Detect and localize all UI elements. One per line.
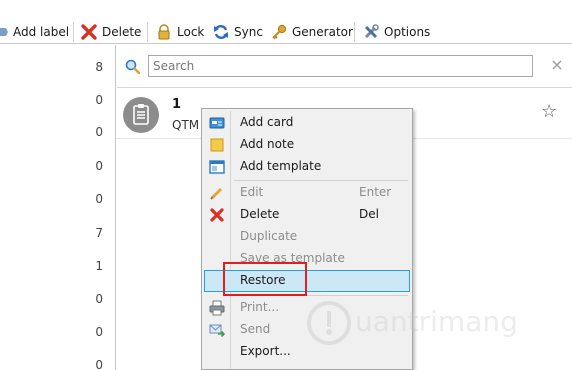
pencil-icon bbox=[209, 185, 225, 201]
delete-x-icon bbox=[81, 24, 97, 40]
label-count[interactable]: 0 bbox=[95, 192, 103, 206]
menu-item-label: Send bbox=[240, 322, 271, 336]
watermark-logo-icon bbox=[307, 301, 351, 345]
menu-item-label: Restore bbox=[240, 273, 286, 287]
menu-item-add-template[interactable]: Add template bbox=[204, 156, 410, 178]
sync-button[interactable]: Sync bbox=[213, 22, 263, 42]
label-count[interactable]: 0 bbox=[95, 325, 103, 339]
card-subtitle: QTM bbox=[172, 118, 200, 132]
label-count[interactable]: 0 bbox=[95, 358, 103, 370]
lock-icon bbox=[156, 24, 172, 40]
send-mail-icon bbox=[209, 322, 226, 338]
menu-separator bbox=[234, 180, 408, 181]
menu-item-save-as-template[interactable]: Save as template bbox=[204, 248, 410, 270]
delete-text: Delete bbox=[102, 25, 142, 39]
menu-item-duplicate[interactable]: Duplicate bbox=[204, 226, 410, 248]
menu-item-label: Save as template bbox=[240, 251, 345, 265]
search-icon bbox=[125, 59, 141, 75]
delete-button[interactable]: Delete bbox=[81, 22, 141, 42]
menu-item-add-note[interactable]: Add note bbox=[204, 134, 410, 156]
card-icon bbox=[209, 115, 225, 131]
sync-text: Sync bbox=[234, 25, 263, 39]
printer-icon bbox=[209, 300, 225, 316]
menu-item-shortcut: Del bbox=[359, 207, 379, 221]
lock-button[interactable]: Lock bbox=[156, 22, 204, 42]
label-count[interactable]: 0 bbox=[95, 159, 103, 173]
toolbar-separator bbox=[73, 22, 74, 42]
label-count[interactable]: 0 bbox=[95, 125, 103, 139]
menu-item-label: Edit bbox=[240, 185, 264, 199]
tools-icon bbox=[363, 24, 379, 40]
lock-text: Lock bbox=[177, 25, 205, 39]
menu-item-restore[interactable]: Restore bbox=[204, 270, 410, 292]
menu-item-label: Add card bbox=[240, 115, 294, 129]
menu-item-label: Delete bbox=[240, 207, 280, 221]
toolbar: Add label Delete Lock Sync Generator Opt… bbox=[0, 0, 572, 44]
watermark-text: uantrimang bbox=[355, 305, 518, 338]
menu-item-add-card[interactable]: Add card bbox=[204, 112, 410, 134]
menu-item-edit[interactable]: Edit Enter bbox=[204, 182, 410, 204]
card-title: 1 bbox=[172, 97, 182, 112]
generator-text: Generator bbox=[292, 25, 353, 39]
label-count[interactable]: 8 bbox=[95, 60, 103, 74]
options-text: Options bbox=[384, 25, 431, 39]
toolbar-separator bbox=[147, 22, 148, 42]
sync-icon bbox=[213, 24, 229, 40]
search-input[interactable] bbox=[148, 55, 533, 77]
menu-item-label: Add note bbox=[240, 137, 295, 151]
menu-item-label: Export... bbox=[240, 344, 291, 358]
label-count[interactable]: 7 bbox=[95, 226, 103, 240]
favorite-star-icon[interactable]: ☆ bbox=[541, 101, 557, 122]
menu-item-label: Add template bbox=[240, 159, 322, 173]
search-bar: × bbox=[117, 45, 572, 88]
tag-icon bbox=[0, 24, 8, 40]
label-count[interactable]: 1 bbox=[95, 259, 103, 273]
menu-item-label: Print... bbox=[240, 300, 280, 314]
add-label-button[interactable]: Add label bbox=[0, 22, 69, 42]
generator-button[interactable]: Generator bbox=[271, 22, 353, 42]
add-label-text: Add label bbox=[13, 25, 70, 39]
card-type-icon bbox=[123, 97, 159, 133]
label-list: 8 0 0 0 0 7 1 0 0 0 bbox=[0, 45, 116, 370]
label-count[interactable]: 0 bbox=[95, 292, 103, 306]
options-button[interactable]: Options bbox=[363, 22, 430, 42]
label-count[interactable]: 0 bbox=[95, 93, 103, 107]
note-icon bbox=[209, 137, 225, 153]
menu-item-label: Duplicate bbox=[240, 229, 298, 243]
menu-item-delete[interactable]: Delete Del bbox=[204, 204, 410, 226]
clear-search-icon[interactable]: × bbox=[549, 57, 565, 73]
watermark: uantrimang bbox=[305, 295, 535, 350]
toolbar-separator bbox=[354, 22, 355, 42]
template-icon bbox=[209, 159, 225, 175]
delete-x-icon bbox=[209, 207, 225, 223]
menu-item-shortcut: Enter bbox=[359, 185, 392, 199]
key-icon bbox=[271, 24, 287, 40]
